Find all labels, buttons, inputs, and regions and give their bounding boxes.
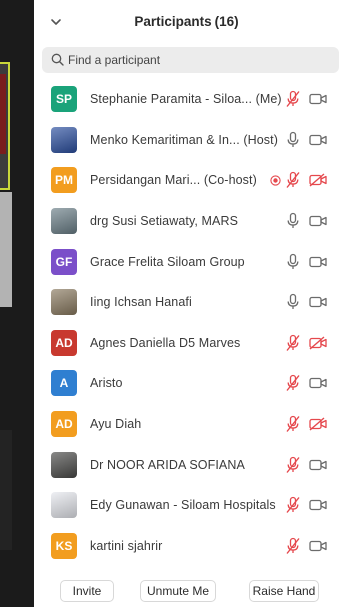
video-tile[interactable] <box>0 192 12 307</box>
microphone-muted-icon[interactable] <box>285 415 301 433</box>
participant-row[interactable]: SP Stephanie Paramita - Siloa... (Me) <box>34 79 339 120</box>
unmute-me-button[interactable]: Unmute Me <box>140 580 216 602</box>
participant-row[interactable]: Iing Ichsan Hanafi <box>34 282 339 323</box>
participant-name: Iing Ichsan Hanafi <box>90 295 192 310</box>
raise-hand-button[interactable]: Raise Hand <box>249 580 319 602</box>
video-camera-icon[interactable] <box>309 498 327 512</box>
participant-row[interactable]: Menko Kemaritiman & In... (Host) <box>34 120 339 161</box>
microphone-muted-icon[interactable] <box>285 90 301 108</box>
video-camera-icon[interactable] <box>309 133 327 147</box>
participant-row[interactable]: PM Persidangan Mari... (Co-host) <box>34 160 339 201</box>
video-blocked-icon[interactable] <box>309 336 327 350</box>
avatar <box>51 208 77 235</box>
microphone-muted-icon[interactable] <box>285 496 301 514</box>
video-camera-icon[interactable] <box>309 255 327 269</box>
participant-name: Edy Gunawan - Siloam Hospitals <box>90 498 276 513</box>
microphone-muted-icon[interactable] <box>285 456 301 474</box>
panel-title: Participants (16) <box>34 14 339 29</box>
microphone-icon[interactable] <box>285 253 301 271</box>
microphone-muted-icon[interactable] <box>285 374 301 392</box>
video-camera-icon[interactable] <box>309 92 327 106</box>
microphone-muted-icon[interactable] <box>285 537 301 555</box>
avatar <box>51 289 77 316</box>
microphone-muted-icon[interactable] <box>285 334 301 352</box>
panel-footer: Invite Unmute Me Raise Hand <box>34 572 339 607</box>
participant-row[interactable]: A Aristo <box>34 363 339 404</box>
panel-title-text: Participants <box>134 14 212 29</box>
participant-row[interactable]: GF Grace Frelita Siloam Group <box>34 241 339 282</box>
video-camera-icon[interactable] <box>309 539 327 553</box>
video-tile[interactable] <box>0 62 10 190</box>
microphone-icon[interactable] <box>285 131 301 149</box>
video-camera-icon[interactable] <box>309 295 327 309</box>
avatar: AD <box>51 411 77 438</box>
panel-header: Participants (16) <box>34 0 339 46</box>
search-input[interactable] <box>68 47 328 73</box>
participant-name: Grace Frelita Siloam Group <box>90 254 245 269</box>
avatar: GF <box>51 248 77 275</box>
participant-name: Stephanie Paramita - Siloa... (Me) <box>90 92 282 107</box>
recording-icon <box>270 175 281 186</box>
participant-row[interactable]: AD Ayu Diah <box>34 404 339 445</box>
video-blocked-icon[interactable] <box>309 417 327 431</box>
avatar <box>51 126 77 153</box>
video-camera-icon[interactable] <box>309 458 327 472</box>
video-blocked-icon[interactable] <box>309 173 327 188</box>
invite-button[interactable]: Invite <box>60 580 114 602</box>
video-tile[interactable] <box>0 430 12 550</box>
avatar <box>51 492 77 519</box>
participant-list: SP Stephanie Paramita - Siloa... (Me) Menk… <box>34 79 339 566</box>
participant-row[interactable]: Dr NOOR ARIDA SOFIANA <box>34 444 339 485</box>
search-box[interactable] <box>42 47 339 73</box>
participants-panel: Participants(16) SP Stephanie Paramita - … <box>34 0 339 607</box>
participant-name: Persidangan Mari... (Co-host) <box>90 173 257 188</box>
participant-row[interactable]: KS kartini sjahrir <box>34 526 339 567</box>
avatar: PM <box>51 167 77 194</box>
search-icon <box>51 53 64 66</box>
avatar <box>51 451 77 478</box>
participant-name: Menko Kemaritiman & In... (Host) <box>90 132 278 147</box>
participant-name: kartini sjahrir <box>90 538 163 553</box>
participant-name: Aristo <box>90 376 123 391</box>
video-camera-icon[interactable] <box>309 376 327 390</box>
participant-row[interactable]: Edy Gunawan - Siloam Hospitals <box>34 485 339 526</box>
participant-name: Agnes Daniella D5 Marves <box>90 335 241 350</box>
participant-name: Ayu Diah <box>90 417 142 432</box>
video-strip <box>0 0 34 607</box>
participant-row[interactable]: drg Susi Setiawaty, MARS <box>34 201 339 242</box>
participant-count: (16) <box>214 14 239 29</box>
microphone-icon[interactable] <box>285 212 301 230</box>
microphone-muted-icon[interactable] <box>285 171 301 189</box>
microphone-icon[interactable] <box>285 293 301 311</box>
participant-name: drg Susi Setiawaty, MARS <box>90 214 239 229</box>
avatar: KS <box>51 532 77 559</box>
video-camera-icon[interactable] <box>309 214 327 228</box>
avatar: A <box>51 370 77 397</box>
participant-row[interactable]: AD Agnes Daniella D5 Marves <box>34 323 339 364</box>
avatar: AD <box>51 329 77 356</box>
participant-name: Dr NOOR ARIDA SOFIANA <box>90 457 245 472</box>
avatar: SP <box>51 86 77 113</box>
